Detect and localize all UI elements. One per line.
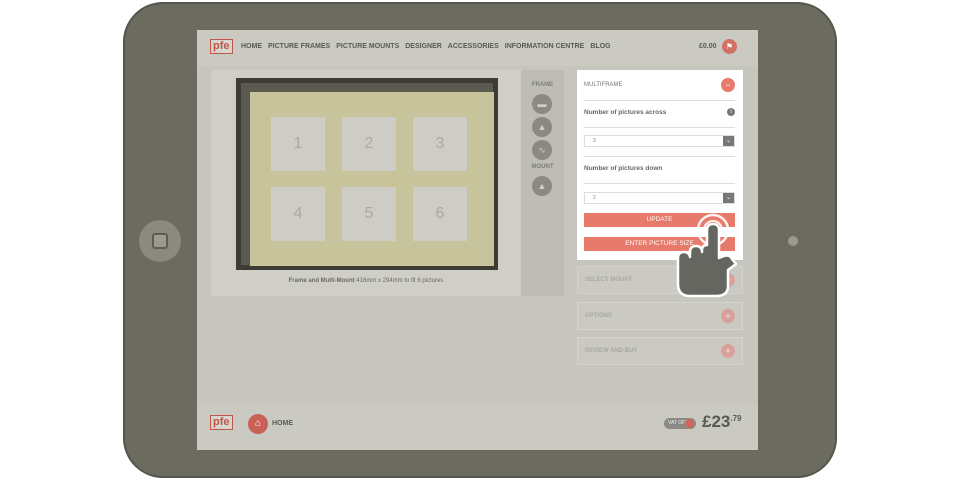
divider — [584, 183, 735, 184]
nav-information-centre[interactable]: INFORMATION CENTRE — [505, 43, 585, 50]
tablet-camera — [788, 236, 798, 246]
mount-tools-label: MOUNT — [531, 164, 554, 170]
home-square-icon — [152, 233, 168, 249]
multi-mount: 1 2 3 4 5 6 — [250, 92, 494, 266]
step-options[interactable]: OPTIONS + — [577, 302, 743, 330]
frame-caption: Frame and Multi-Mount 416mm x 294mm to f… — [211, 278, 521, 284]
nav-accessories[interactable]: ACCESSORIES — [448, 43, 499, 50]
top-navigation-bar: pfe HOME PICTURE FRAMES PICTURE MOUNTS D… — [197, 30, 758, 66]
nav-picture-mounts[interactable]: PICTURE MOUNTS — [336, 43, 399, 50]
mount-aperture[interactable]: 4 — [271, 187, 325, 241]
main-nav: HOME PICTURE FRAMES PICTURE MOUNTS DESIG… — [241, 43, 611, 50]
across-value: 3 — [593, 138, 596, 144]
step-label: SELECT MOUNT — [585, 277, 633, 283]
cart-total: £0.00 — [699, 43, 717, 50]
toggle-knob — [685, 419, 694, 428]
frame-preview-panel: 1 2 3 4 5 6 Frame and Multi-Mount 416mm … — [211, 70, 521, 296]
mount-aperture[interactable]: 5 — [342, 187, 396, 241]
frame-moulding: 1 2 3 4 5 6 — [241, 83, 494, 266]
cart-icon[interactable]: ⚑ — [722, 39, 737, 54]
across-label: Number of pictures across — [584, 109, 667, 116]
caption-bold: Frame and Multi-Mount — [288, 278, 355, 284]
total-pence: .79 — [730, 414, 742, 423]
divider — [584, 156, 735, 157]
bottom-bar: pfe ⌂ HOME VAT OFF £23.79 — [197, 405, 758, 450]
frame-hang-icon[interactable]: ∿ — [532, 140, 552, 160]
chevron-down-icon[interactable]: ⌄ — [723, 193, 734, 203]
step-review-and-buy[interactable]: REVIEW AND BUY + — [577, 337, 743, 365]
mount-aperture[interactable]: 3 — [413, 117, 467, 171]
multiframe-title: MULTIFRAME — [584, 82, 623, 88]
step-label: OPTIONS — [585, 313, 613, 319]
order-total: £23.79 — [702, 412, 742, 432]
down-value: 2 — [593, 195, 596, 201]
mount-corner-icon[interactable]: ▲ — [532, 176, 552, 196]
frame-tools-label: FRAME — [531, 82, 554, 88]
mount-aperture[interactable]: 2 — [342, 117, 396, 171]
total-main: £23 — [702, 412, 731, 431]
mount-aperture[interactable]: 1 — [271, 117, 325, 171]
down-label: Number of pictures down — [584, 165, 663, 172]
tap-hand-icon — [676, 213, 738, 298]
expand-plus-icon[interactable]: + — [721, 309, 735, 323]
nav-picture-frames[interactable]: PICTURE FRAMES — [268, 43, 330, 50]
home-link[interactable]: HOME — [272, 420, 293, 427]
frame-corner-icon[interactable]: ▲ — [532, 117, 552, 137]
info-icon[interactable]: i — [727, 108, 735, 116]
divider — [584, 100, 735, 101]
picture-frame: 1 2 3 4 5 6 — [236, 78, 498, 270]
nav-designer[interactable]: DESIGNER — [405, 43, 442, 50]
step-label: REVIEW AND BUY — [585, 348, 638, 354]
nav-blog[interactable]: BLOG — [590, 43, 610, 50]
tablet-home-button[interactable] — [139, 220, 181, 262]
frame-profile-icon[interactable]: ▬ — [532, 94, 552, 114]
nav-home[interactable]: HOME — [241, 43, 262, 50]
mount-aperture[interactable]: 6 — [413, 187, 467, 241]
pfe-logo-footer[interactable]: pfe — [210, 415, 233, 430]
collapse-minus-icon[interactable]: − — [721, 78, 735, 92]
across-select[interactable]: 3 ⌄ — [584, 135, 735, 147]
pfe-logo[interactable]: pfe — [210, 39, 233, 54]
expand-plus-icon[interactable]: + — [721, 344, 735, 358]
divider — [584, 127, 735, 128]
caption-detail: 416mm x 294mm to fit 6 pictures — [354, 278, 444, 284]
chevron-down-icon[interactable]: ⌄ — [723, 136, 734, 146]
side-tool-strip: FRAME ▬ ▲ ∿ MOUNT ▲ — [521, 70, 564, 296]
home-icon[interactable]: ⌂ — [248, 414, 268, 434]
vat-toggle[interactable]: VAT OFF — [664, 418, 696, 429]
down-select[interactable]: 2 ⌄ — [584, 192, 735, 204]
